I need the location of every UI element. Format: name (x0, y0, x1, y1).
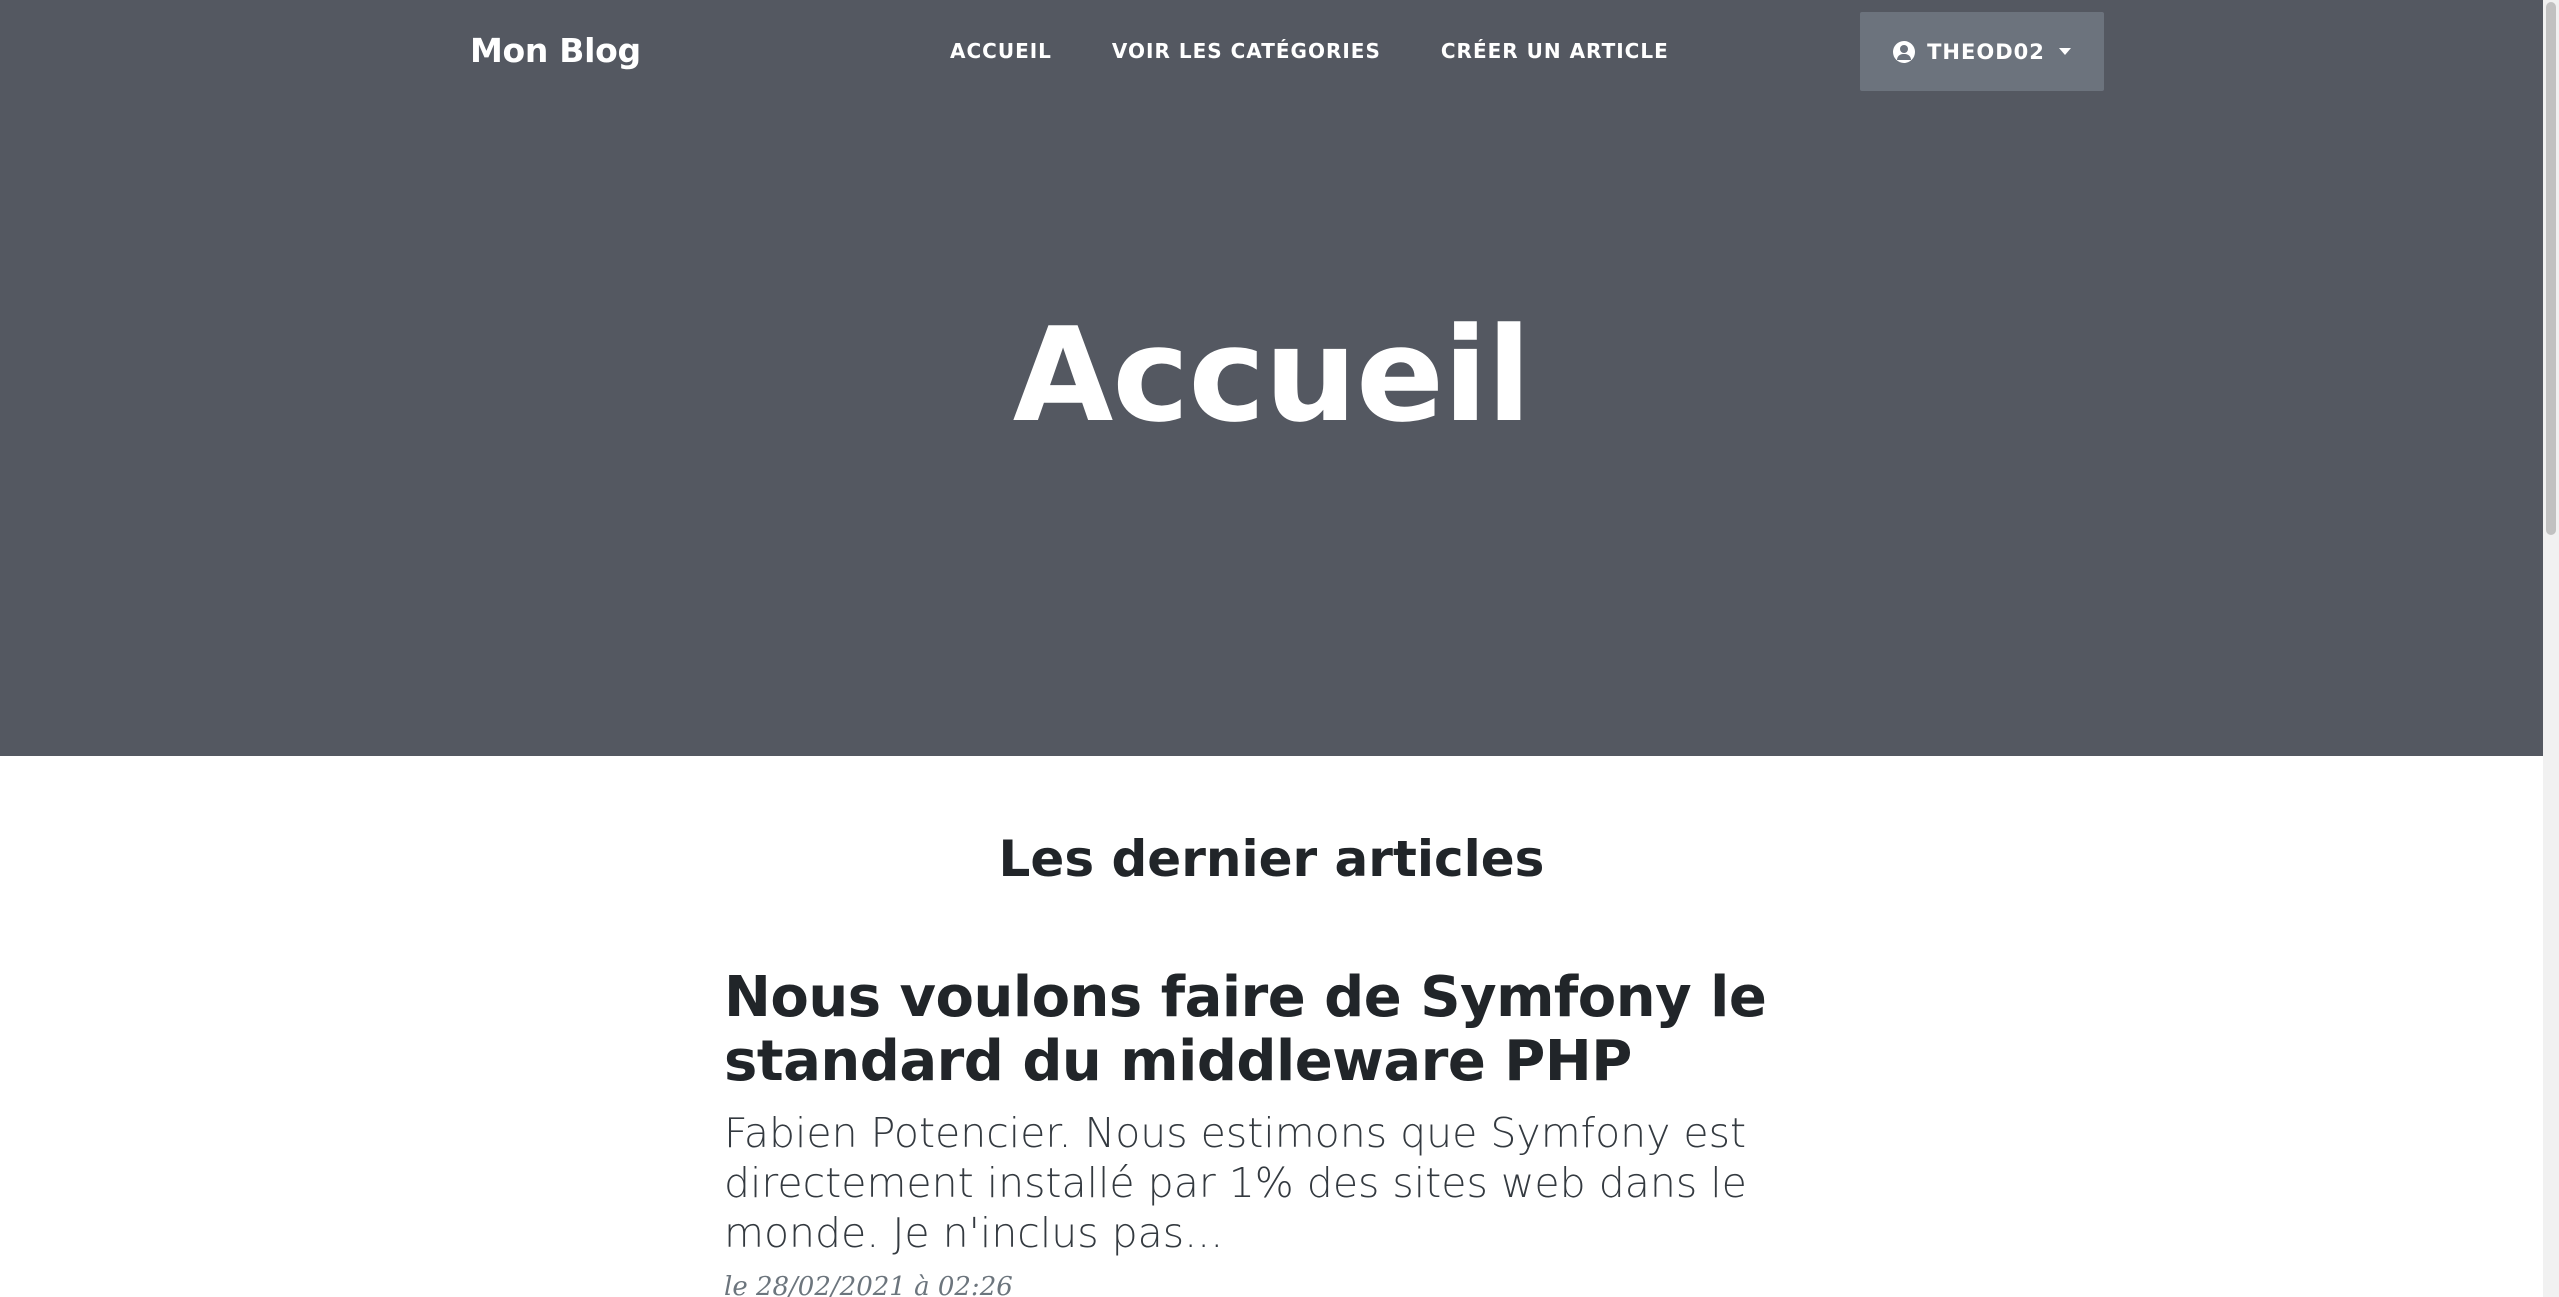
post-preview: Nous voulons faire de Symfony le standar… (724, 966, 1834, 1297)
post-title-link[interactable]: Nous voulons faire de Symfony le standar… (724, 966, 1834, 1094)
username-label: THEOD02 (1927, 39, 2045, 64)
scrollbar-thumb[interactable] (2546, 2, 2556, 535)
masthead: Mon Blog ACCUEIL VOIR LES CATÉGORIES CRÉ… (0, 0, 2543, 756)
page: Mon Blog ACCUEIL VOIR LES CATÉGORIES CRÉ… (0, 0, 2559, 1297)
user-circle-icon (1893, 40, 1916, 63)
user-dropdown-button[interactable]: THEOD02 (1860, 12, 2104, 91)
main-nav: ACCUEIL VOIR LES CATÉGORIES CRÉER UN ART… (950, 36, 1729, 66)
brand-link[interactable]: Mon Blog (470, 30, 641, 72)
vertical-scrollbar[interactable] (2543, 0, 2559, 1297)
post-subtitle: Fabien Potencier. Nous estimons que Symf… (724, 1109, 1747, 1257)
hero-title: Accueil (1012, 299, 1532, 451)
nav-link-accueil[interactable]: ACCUEIL (950, 36, 1052, 66)
caret-down-icon (2058, 48, 2071, 55)
nav-link-categories[interactable]: VOIR LES CATÉGORIES (1112, 36, 1381, 66)
section-title: Les dernier articles (998, 830, 1545, 888)
nav-link-create-article[interactable]: CRÉER UN ARTICLE (1441, 36, 1669, 66)
post-meta: le 28/02/2021 à 02:26 (724, 1272, 1013, 1297)
